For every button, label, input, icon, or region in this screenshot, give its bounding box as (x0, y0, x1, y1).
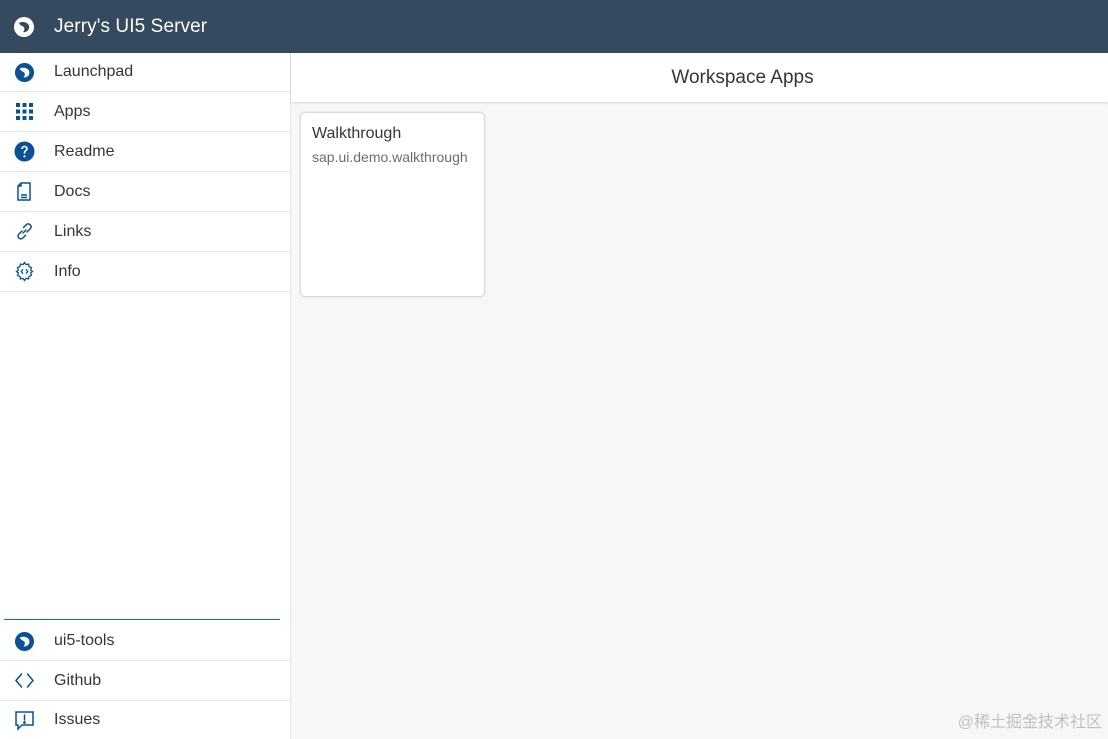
sidebar-item-issues[interactable]: Issues (0, 701, 290, 739)
sidebar-item-label: Apps (54, 102, 91, 120)
grid-icon (13, 101, 35, 123)
sidebar-item-label: Docs (54, 182, 91, 200)
sidebar-divider (4, 619, 280, 620)
page-header: Workspace Apps (291, 53, 1108, 102)
sidebar-item-apps[interactable]: Apps (0, 92, 290, 132)
link-icon (13, 221, 35, 243)
code-brackets-icon (13, 670, 35, 692)
sidebar-item-ui5-tools[interactable]: ui5-tools (0, 622, 290, 661)
ui5-logo-icon (13, 630, 35, 652)
sidebar-item-label: Links (54, 222, 92, 240)
sidebar-item-label: ui5-tools (54, 632, 115, 649)
sidebar-item-label: Github (54, 671, 102, 689)
sidebar-nav: Launchpad Apps Readme Docs Links Info (0, 53, 290, 292)
tile-subtitle: sap.ui.demo.walkthrough (312, 149, 468, 165)
question-icon (13, 141, 35, 163)
settings-code-icon (13, 261, 35, 283)
sidebar-item-launchpad[interactable]: Launchpad (0, 53, 290, 92)
sidebar-item-github[interactable]: Github (0, 661, 290, 701)
sidebar-item-links[interactable]: Links (0, 212, 290, 252)
tile-title: Walkthrough (312, 125, 402, 142)
watermark: @稀土掘金技术社区 (957, 714, 1102, 731)
sidebar-item-label: Launchpad (54, 63, 134, 80)
sidebar: Launchpad Apps Readme Docs Links Info ui… (0, 53, 291, 739)
sidebar-footer: ui5-tools Github Issues (0, 619, 290, 739)
shell-title: Jerry's UI5 Server (54, 15, 208, 37)
workspace-apps-content: Walkthrough sap.ui.demo.walkthrough (291, 102, 1108, 739)
feedback-icon (13, 709, 35, 731)
ui5-logo-icon[interactable] (13, 16, 35, 38)
document-icon (13, 181, 35, 203)
sidebar-item-label: Readme (54, 142, 115, 160)
sidebar-item-readme[interactable]: Readme (0, 132, 290, 172)
shell-bar: Jerry's UI5 Server (0, 0, 1108, 53)
sidebar-item-label: Info (54, 262, 81, 280)
ui5-logo-icon (13, 61, 35, 83)
sidebar-item-label: Issues (54, 711, 101, 728)
app-tile-walkthrough[interactable]: Walkthrough sap.ui.demo.walkthrough (300, 112, 485, 297)
page-title: Workspace Apps (671, 66, 814, 88)
sidebar-item-docs[interactable]: Docs (0, 172, 290, 212)
sidebar-item-info[interactable]: Info (0, 252, 290, 292)
sidebar-footer-nav: ui5-tools Github Issues (0, 622, 290, 739)
